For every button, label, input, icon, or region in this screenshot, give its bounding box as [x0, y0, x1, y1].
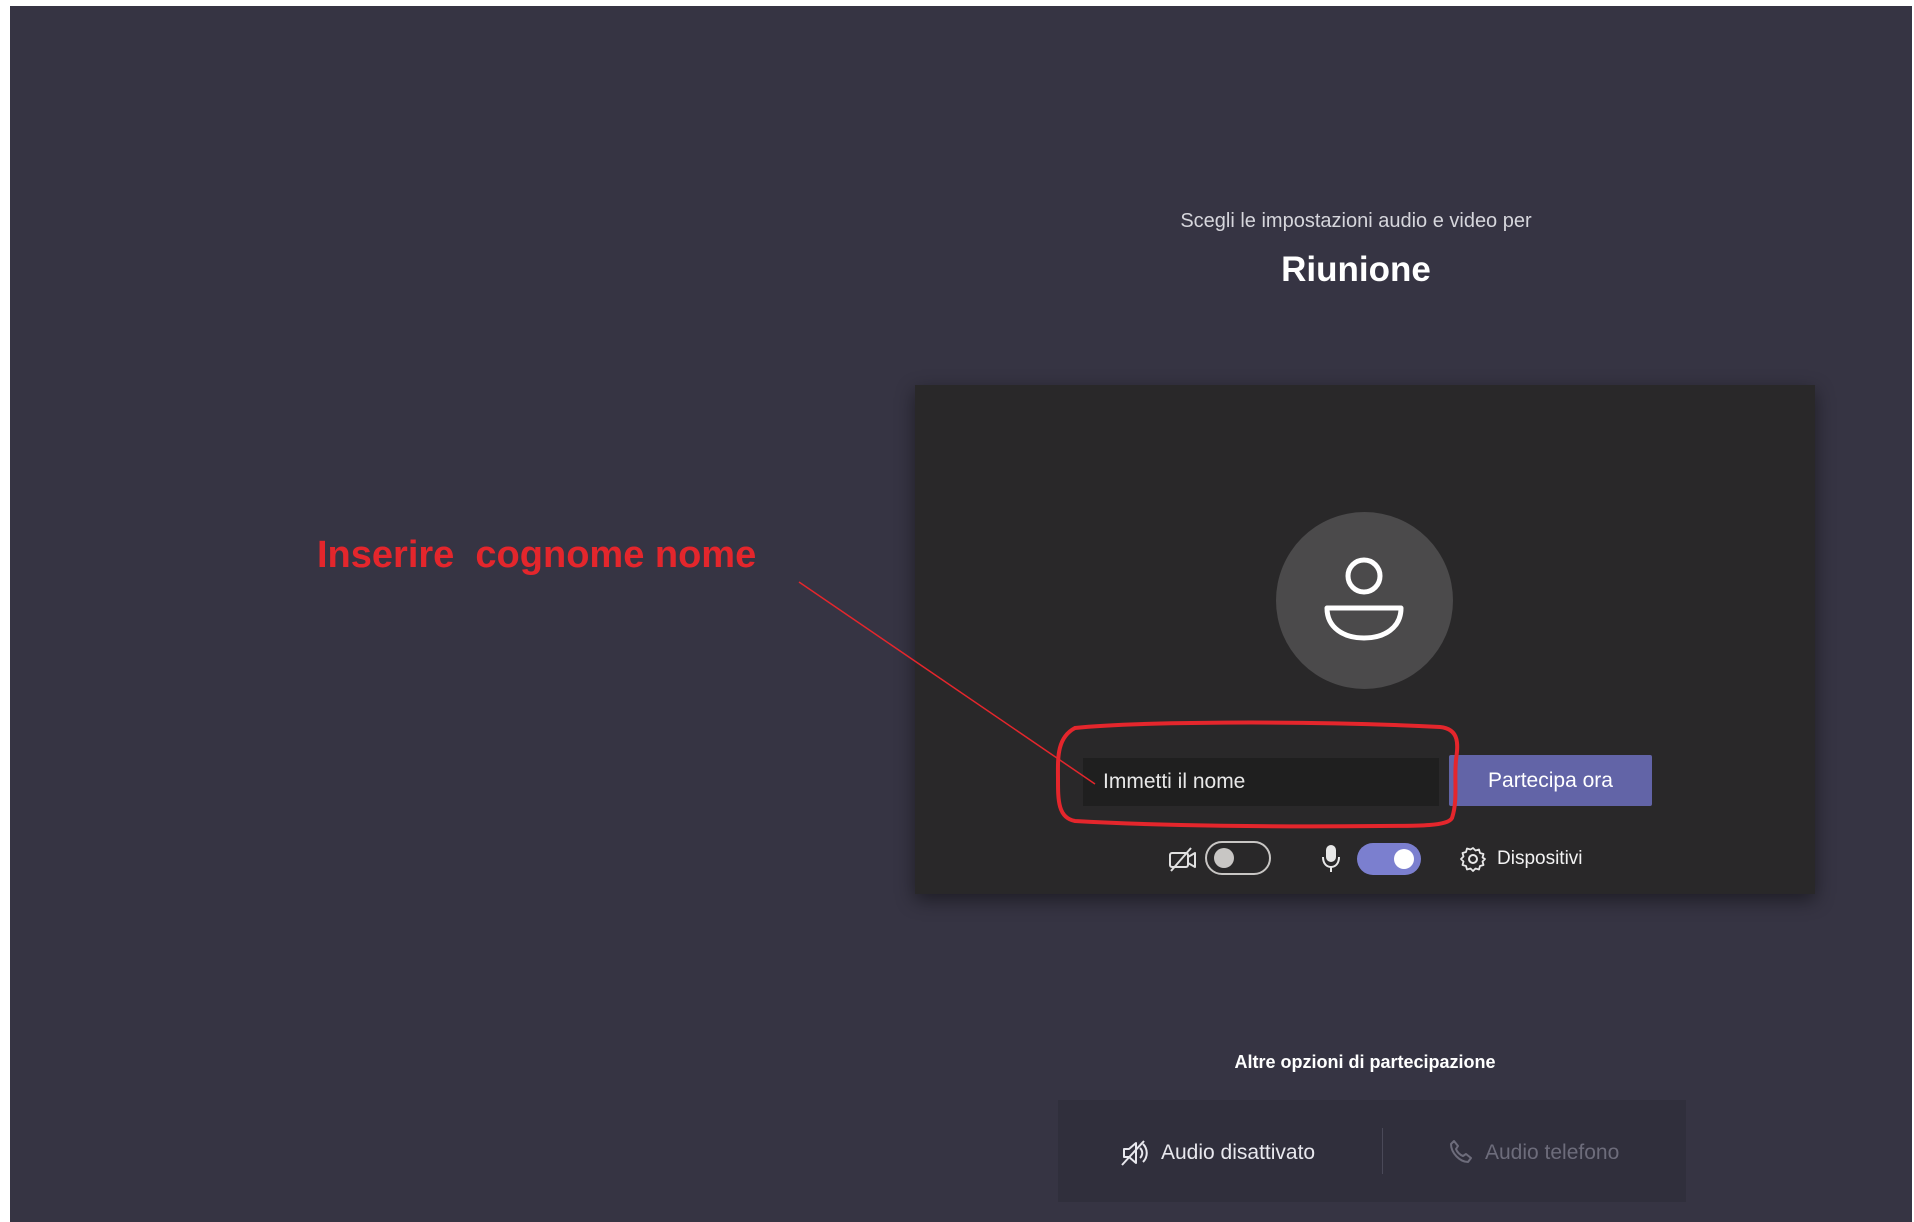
annotation-label: Inserire cognome nome — [317, 534, 757, 576]
meeting-title: Riunione — [1281, 250, 1431, 289]
microphone-icon[interactable] — [1320, 843, 1342, 875]
audio-off-option[interactable]: Audio disattivato — [1161, 1141, 1315, 1165]
devices-button[interactable]: Dispositivi — [1497, 848, 1583, 870]
camera-off-icon[interactable] — [1167, 845, 1199, 873]
avatar — [1276, 512, 1453, 689]
camera-toggle-knob — [1214, 848, 1234, 868]
prejoin-subtitle: Scegli le impostazioni audio e video per — [1180, 210, 1532, 232]
join-now-button[interactable]: Partecipa ora — [1449, 755, 1652, 806]
microphone-toggle-knob — [1394, 849, 1414, 869]
other-join-options-heading: Altre opzioni di partecipazione — [1234, 1052, 1496, 1072]
microphone-toggle[interactable] — [1357, 843, 1421, 875]
phone-audio-option[interactable]: Audio telefono — [1485, 1141, 1619, 1165]
speaker-muted-icon[interactable] — [1120, 1139, 1152, 1167]
person-icon — [1324, 557, 1404, 641]
phone-icon[interactable] — [1448, 1139, 1474, 1165]
gear-icon[interactable] — [1459, 845, 1487, 873]
options-divider — [1382, 1128, 1383, 1174]
name-input[interactable] — [1083, 758, 1439, 806]
camera-toggle[interactable] — [1205, 841, 1271, 875]
